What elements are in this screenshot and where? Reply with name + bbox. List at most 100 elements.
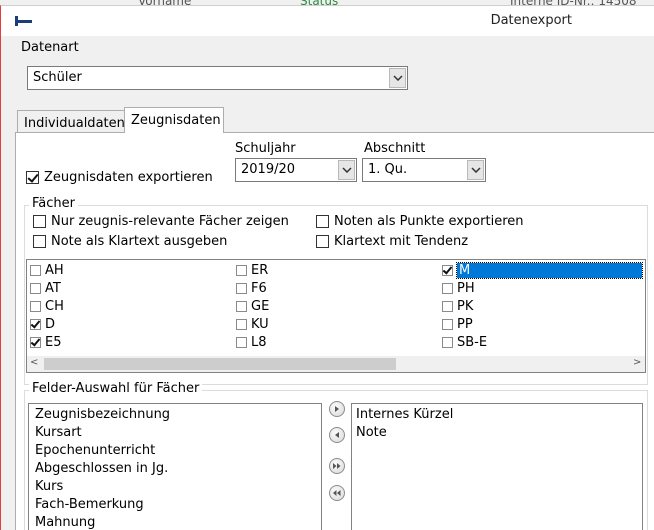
subject-item-ph[interactable]: PH bbox=[442, 281, 475, 296]
faecher-group-title: Fächer bbox=[29, 196, 78, 211]
checkbox-box[interactable] bbox=[442, 265, 453, 276]
checkbox-box[interactable] bbox=[442, 283, 453, 294]
option-label: Noten als Punkte exportieren bbox=[334, 214, 524, 229]
checkbox-box[interactable] bbox=[33, 235, 46, 248]
move-right-button[interactable] bbox=[329, 401, 345, 417]
title-bar[interactable]: Datenexport bbox=[1, 6, 654, 36]
subject-code: ER bbox=[251, 263, 269, 278]
list-item[interactable]: Abgeschlossen in Jg. bbox=[35, 461, 168, 476]
subject-item-ge[interactable]: GE bbox=[236, 299, 269, 314]
abschnitt-dropdown-button[interactable] bbox=[467, 160, 484, 180]
subject-item-l8[interactable]: L8 bbox=[236, 335, 267, 350]
window-title: Datenexport bbox=[490, 13, 572, 28]
subject-item-at[interactable]: AT bbox=[30, 281, 61, 296]
checkbox-box[interactable] bbox=[30, 337, 41, 348]
subject-code: CH bbox=[45, 299, 64, 314]
list-item[interactable]: Fach-Bemerkung bbox=[35, 497, 144, 512]
list-item[interactable]: Internes Kürzel bbox=[356, 407, 453, 422]
subject-item-ch[interactable]: CH bbox=[30, 299, 64, 314]
option-noten-als-punkte[interactable]: Noten als Punkte exportieren bbox=[316, 214, 524, 229]
checkbox-box[interactable] bbox=[316, 215, 329, 228]
checkbox-box[interactable] bbox=[236, 265, 247, 276]
subjects-horizontal-scrollbar[interactable]: < > bbox=[27, 356, 645, 372]
list-item[interactable]: Note bbox=[356, 425, 387, 440]
move-all-right-button[interactable] bbox=[329, 458, 345, 474]
subject-code: L8 bbox=[251, 335, 267, 350]
datenart-label: Datenart bbox=[21, 40, 79, 55]
move-all-left-button[interactable] bbox=[329, 485, 345, 501]
chevron-down-icon bbox=[392, 75, 403, 81]
checkbox-box[interactable] bbox=[33, 215, 46, 228]
subject-code: AH bbox=[45, 263, 64, 278]
subject-item-pk[interactable]: PK bbox=[442, 299, 473, 314]
selected-fields-list[interactable]: Internes Kürzel Note bbox=[351, 403, 643, 530]
list-item[interactable]: Mahnung bbox=[35, 515, 95, 530]
subject-code-selected: M bbox=[455, 262, 644, 279]
checkbox-box[interactable] bbox=[236, 283, 247, 294]
subject-code: KU bbox=[251, 317, 269, 332]
checkbox-box[interactable] bbox=[442, 319, 453, 330]
subject-item-pp[interactable]: PP bbox=[442, 317, 473, 332]
schuljahr-value: 2019/20 bbox=[241, 162, 296, 177]
list-item[interactable]: Kurs bbox=[35, 479, 63, 494]
datenexport-window: Datenexport Datenart Schüler Individuald… bbox=[0, 5, 654, 530]
checkbox-box[interactable] bbox=[26, 171, 39, 184]
checkbox-box[interactable] bbox=[30, 319, 41, 330]
list-item[interactable]: Zeugnisbezeichnung bbox=[35, 407, 170, 422]
chevron-down-icon bbox=[470, 167, 481, 173]
move-left-button[interactable] bbox=[329, 427, 345, 443]
list-item[interactable]: Epochenunterricht bbox=[35, 443, 155, 458]
arrow-right-icon bbox=[335, 406, 339, 412]
zeugnisdaten-exportieren-checkbox[interactable]: Zeugnisdaten exportieren bbox=[26, 170, 213, 185]
checkbox-box[interactable] bbox=[30, 301, 41, 312]
scroll-left-arrow-icon[interactable]: < bbox=[30, 357, 38, 368]
checkbox-box[interactable] bbox=[236, 337, 247, 348]
option-nur-zeugnis-relevant[interactable]: Nur zeugnis-relevante Fächer zeigen bbox=[33, 214, 289, 229]
scrollbar-thumb[interactable] bbox=[44, 358, 396, 370]
subject-item-d[interactable]: D bbox=[30, 317, 55, 332]
checkbox-box[interactable] bbox=[236, 319, 247, 330]
subject-code: F6 bbox=[251, 281, 267, 296]
double-arrow-right-icon bbox=[333, 463, 341, 469]
available-fields-list[interactable]: Zeugnisbezeichnung Kursart Epochenunterr… bbox=[28, 403, 322, 530]
datenart-select[interactable]: Schüler bbox=[27, 66, 408, 90]
datenart-value: Schüler bbox=[33, 70, 82, 85]
subject-item-e5[interactable]: E5 bbox=[30, 335, 62, 350]
subject-code: PK bbox=[457, 299, 474, 314]
abschnitt-select[interactable]: 1. Qu. bbox=[362, 158, 486, 182]
checkbox-box[interactable] bbox=[442, 301, 453, 312]
tab-zeugnisdaten[interactable]: Zeugnisdaten bbox=[124, 107, 224, 133]
subject-item-er[interactable]: ER bbox=[236, 263, 268, 278]
subject-item-m[interactable]: M bbox=[442, 262, 644, 279]
zeugnisdaten-exportieren-label: Zeugnisdaten exportieren bbox=[44, 170, 213, 185]
list-item[interactable]: Kursart bbox=[35, 425, 82, 440]
checkbox-box[interactable] bbox=[30, 265, 41, 276]
subject-code: E5 bbox=[45, 335, 62, 350]
option-klartext-mit-tendenz[interactable]: Klartext mit Tendenz bbox=[316, 234, 468, 249]
subject-code: AT bbox=[45, 281, 61, 296]
checkbox-box[interactable] bbox=[30, 283, 41, 294]
abschnitt-label: Abschnitt bbox=[364, 141, 426, 156]
chevron-down-icon bbox=[341, 167, 352, 173]
checkbox-box[interactable] bbox=[316, 235, 329, 248]
option-label: Note als Klartext ausgeben bbox=[51, 234, 228, 249]
checkbox-box[interactable] bbox=[442, 337, 453, 348]
schuljahr-select[interactable]: 2019/20 bbox=[235, 158, 357, 182]
datenart-dropdown-button[interactable] bbox=[389, 68, 406, 88]
schuljahr-label: Schuljahr bbox=[235, 141, 296, 156]
subject-item-f6[interactable]: F6 bbox=[236, 281, 267, 296]
zeugnisdaten-panel: Zeugnisdaten exportieren Schuljahr 2019/… bbox=[15, 132, 654, 530]
subjects-checklist[interactable]: AH AT CH D E5 ER F6 GE KU L8 M PH PK PP … bbox=[26, 259, 646, 373]
felder-group-title: Felder-Auswahl für Fächer bbox=[29, 381, 203, 396]
option-note-als-klartext[interactable]: Note als Klartext ausgeben bbox=[33, 234, 227, 249]
tab-individualdaten[interactable]: Individualdaten bbox=[17, 110, 125, 132]
scroll-right-arrow-icon[interactable]: > bbox=[633, 357, 641, 368]
subject-code: GE bbox=[251, 299, 270, 314]
checkbox-box[interactable] bbox=[236, 301, 247, 312]
schuljahr-dropdown-button[interactable] bbox=[338, 160, 355, 180]
arrow-left-icon bbox=[335, 432, 339, 438]
subject-item-ku[interactable]: KU bbox=[236, 317, 269, 332]
subject-code: PP bbox=[457, 317, 473, 332]
subject-item-sb-e[interactable]: SB-E bbox=[442, 335, 487, 350]
subject-item-ah[interactable]: AH bbox=[30, 263, 64, 278]
